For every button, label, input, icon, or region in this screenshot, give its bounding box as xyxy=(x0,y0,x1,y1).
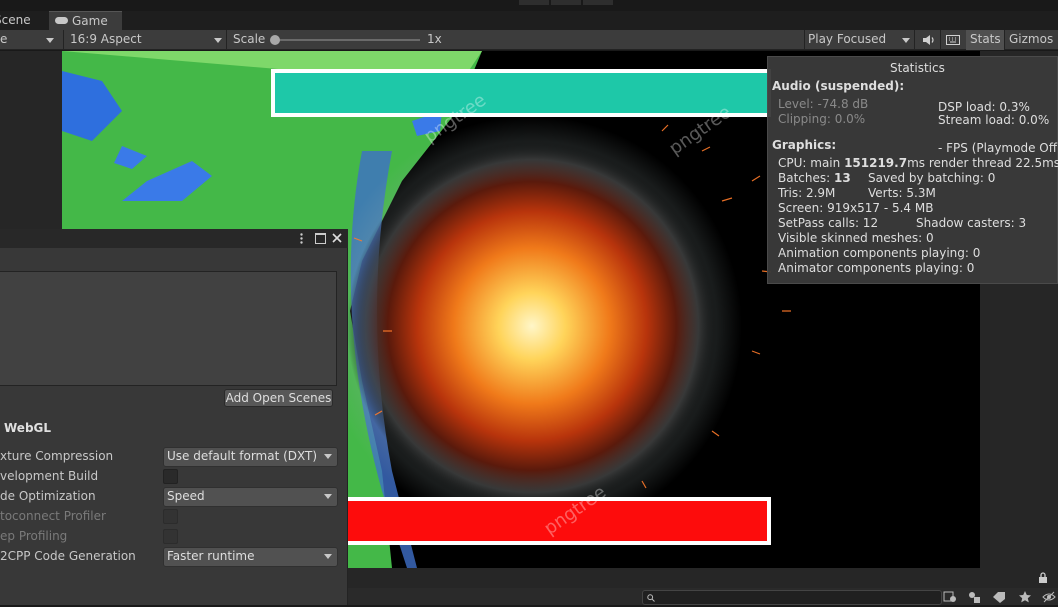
setting-dropdown-value: Use default format (DXT) xyxy=(167,449,318,463)
setting-dropdown[interactable]: Use default format (DXT) xyxy=(163,447,338,467)
audio-header: Audio (suspended): xyxy=(772,79,905,93)
scale-slider-handle[interactable] xyxy=(270,35,280,45)
chevron-down-icon xyxy=(324,454,332,459)
toolbar-divider xyxy=(226,30,227,50)
screen-readout: Screen: 919x517 - 5.4 MB xyxy=(778,201,934,215)
tab-scene[interactable]: Scene xyxy=(0,11,48,30)
cpu-label: CPU: main xyxy=(778,156,845,170)
tab-scene-label: Scene xyxy=(0,13,31,27)
toolbar-divider xyxy=(804,30,805,50)
tris-readout: Tris: 2.9M xyxy=(778,186,836,200)
game-toolbar xyxy=(0,30,1058,50)
chevron-down-icon xyxy=(214,38,222,43)
project-search-input[interactable] xyxy=(642,590,942,605)
hidden-packages-icon[interactable] xyxy=(1042,590,1056,604)
verts-readout: Verts: 5.3M xyxy=(868,186,936,200)
tab-bar: Scene Game xyxy=(0,11,1058,30)
stats-label: Stats xyxy=(970,32,1001,46)
setting-label: ep Profiling xyxy=(0,529,68,543)
hierarchy-column xyxy=(0,51,62,229)
more-options-icon[interactable] xyxy=(300,233,303,244)
animation-components: Animation components playing: 0 xyxy=(778,246,981,260)
chevron-down-icon xyxy=(324,554,332,559)
setting-checkbox xyxy=(163,509,178,524)
setting-label: velopment Build xyxy=(0,469,99,483)
graphics-header: Graphics: xyxy=(772,138,837,152)
scale-slider-track[interactable] xyxy=(274,39,420,41)
play-mode-dropdown[interactable]: Play Focused xyxy=(808,32,886,48)
gizmos-button[interactable]: Gizmos xyxy=(1009,32,1053,48)
setting-checkbox xyxy=(163,529,178,544)
cpu-readout: CPU: main 151219.7ms render thread 22.5m… xyxy=(778,156,1058,170)
scale-label: Scale xyxy=(233,32,266,46)
setting-label: 2CPP Code Generation xyxy=(0,549,136,563)
maximize-icon[interactable] xyxy=(315,233,326,244)
filter-by-type-icon[interactable] xyxy=(943,591,957,603)
setpass-readout: SetPass calls: 12 xyxy=(778,216,879,230)
project-toolbar xyxy=(348,568,1058,588)
tab-game-label: Game xyxy=(72,14,108,28)
batches-readout: Batches: 13 xyxy=(778,171,851,185)
pause-button[interactable] xyxy=(551,0,581,5)
scale-value: 1x xyxy=(427,32,442,46)
play-button[interactable] xyxy=(519,0,549,5)
dsp-load: DSP load: 0.3% xyxy=(938,100,1030,114)
setting-label: toconnect Profiler xyxy=(0,509,106,523)
toolbar-divider xyxy=(940,30,941,50)
speaker-icon[interactable] xyxy=(921,33,935,47)
setting-dropdown[interactable]: Speed xyxy=(163,487,338,507)
stream-load: Stream load: 0.0% xyxy=(938,113,1050,127)
setting-label: xture Compression xyxy=(0,449,114,463)
setting-dropdown[interactable]: Faster runtime xyxy=(163,547,338,567)
chevron-down-icon xyxy=(46,38,54,43)
gamepad-icon xyxy=(55,17,68,24)
tag-icon[interactable] xyxy=(992,591,1006,603)
keyboard-icon[interactable] xyxy=(946,34,960,46)
render-thread: ms render thread 22.5ms xyxy=(907,156,1058,170)
batches-label: Batches: xyxy=(778,171,834,185)
step-button[interactable] xyxy=(583,0,613,5)
saved-by-batching: Saved by batching: 0 xyxy=(868,171,996,185)
setting-dropdown-value: Faster runtime xyxy=(167,549,255,563)
audio-clipping: Clipping: 0.0% xyxy=(778,112,866,126)
shadow-casters: Shadow casters: 3 xyxy=(916,216,1027,230)
fps-readout: - FPS (Playmode Off xyxy=(938,141,1057,155)
platform-title: WebGL xyxy=(4,421,52,435)
teal-health-bar xyxy=(271,69,771,117)
statistics-title: Statistics xyxy=(890,61,945,75)
aspect-dropdown[interactable]: 16:9 Aspect xyxy=(70,32,142,48)
close-icon[interactable] xyxy=(331,232,343,244)
add-open-scenes-button[interactable]: Add Open Scenes xyxy=(224,389,333,407)
skinned-meshes: Visible skinned meshes: 0 xyxy=(778,231,934,245)
filter-by-label-icon[interactable] xyxy=(968,591,982,603)
batches-value: 13 xyxy=(834,171,851,185)
setting-label: de Optimization xyxy=(0,489,96,503)
setting-checkbox[interactable] xyxy=(163,469,178,484)
display-dropdown-label[interactable]: e xyxy=(0,32,7,48)
chevron-down-icon xyxy=(324,494,332,499)
stats-toggle-button[interactable]: Stats xyxy=(966,30,1004,50)
tab-game[interactable]: Game xyxy=(49,11,122,30)
search-icon xyxy=(647,594,655,602)
statistics-panel: Statistics Audio (suspended): Level: -74… xyxy=(767,56,1058,284)
lock-icon[interactable] xyxy=(1038,572,1048,583)
top-strip xyxy=(0,0,1058,11)
toolbar-divider xyxy=(63,30,64,50)
toolbar-divider xyxy=(1004,30,1005,50)
cpu-main-value: 151219.7 xyxy=(844,156,908,170)
audio-level: Level: -74.8 dB xyxy=(778,97,869,111)
panel-header xyxy=(0,229,348,248)
toolbar-divider xyxy=(914,30,915,50)
animator-components: Animator components playing: 0 xyxy=(778,261,975,275)
favorite-star-icon[interactable] xyxy=(1018,590,1032,604)
setting-dropdown-value: Speed xyxy=(167,489,205,503)
chevron-down-icon xyxy=(902,38,910,43)
scenes-in-build-list[interactable] xyxy=(0,271,337,386)
